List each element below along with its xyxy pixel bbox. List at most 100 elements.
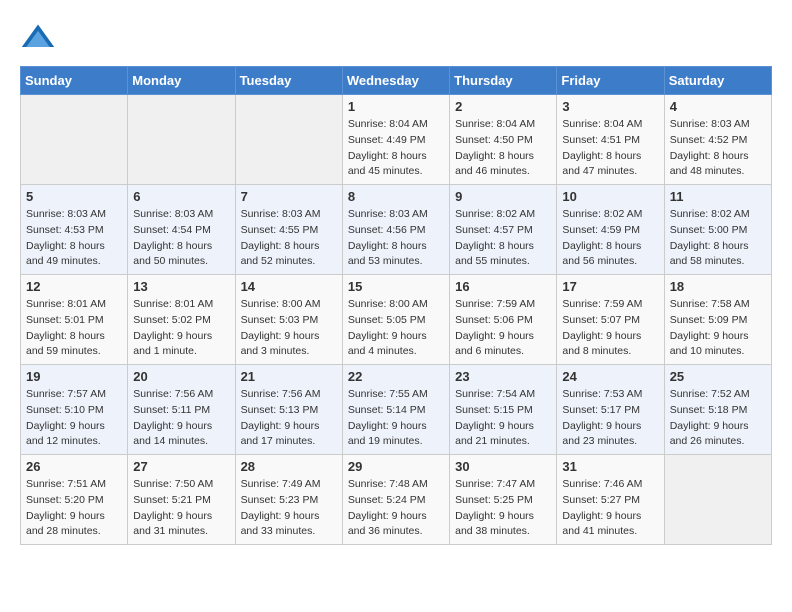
day-number: 8 xyxy=(348,189,444,204)
day-info: Sunrise: 7:59 AMSunset: 5:06 PMDaylight:… xyxy=(455,297,551,360)
day-number: 31 xyxy=(562,459,658,474)
day-number: 21 xyxy=(241,369,337,384)
day-info: Sunrise: 7:58 AMSunset: 5:09 PMDaylight:… xyxy=(670,297,766,360)
day-info: Sunrise: 8:01 AMSunset: 5:02 PMDaylight:… xyxy=(133,297,229,360)
day-number: 26 xyxy=(26,459,122,474)
day-info: Sunrise: 8:04 AMSunset: 4:51 PMDaylight:… xyxy=(562,117,658,180)
calendar-cell xyxy=(664,455,771,545)
weekday-header: Friday xyxy=(557,67,664,95)
weekday-row: SundayMondayTuesdayWednesdayThursdayFrid… xyxy=(21,67,772,95)
calendar-cell xyxy=(235,95,342,185)
calendar-cell: 27Sunrise: 7:50 AMSunset: 5:21 PMDayligh… xyxy=(128,455,235,545)
calendar-cell: 9 Sunrise: 8:02 AMSunset: 4:57 PMDaylight… xyxy=(450,185,557,275)
day-info: Sunrise: 7:57 AMSunset: 5:10 PMDaylight:… xyxy=(26,387,122,450)
day-info: Sunrise: 7:59 AMSunset: 5:07 PMDaylight:… xyxy=(562,297,658,360)
calendar-cell xyxy=(128,95,235,185)
day-number: 5 xyxy=(26,189,122,204)
day-number: 3 xyxy=(562,99,658,114)
day-info: Sunrise: 8:03 AMSunset: 4:56 PMDaylight:… xyxy=(348,207,444,270)
weekday-header: Thursday xyxy=(450,67,557,95)
calendar-week-row: 1 Sunrise: 8:04 AMSunset: 4:49 PMDaylight… xyxy=(21,95,772,185)
weekday-header: Tuesday xyxy=(235,67,342,95)
day-info: Sunrise: 7:56 AMSunset: 5:13 PMDaylight:… xyxy=(241,387,337,450)
day-number: 1 xyxy=(348,99,444,114)
calendar-cell xyxy=(21,95,128,185)
day-number: 16 xyxy=(455,279,551,294)
calendar-cell: 25 Sunrise: 7:52 AMSunset: 5:18 PMDayligh… xyxy=(664,365,771,455)
calendar-cell: 22 Sunrise: 7:55 AMSunset: 5:14 PMDayligh… xyxy=(342,365,449,455)
day-number: 22 xyxy=(348,369,444,384)
calendar-cell: 19 Sunrise: 7:57 AMSunset: 5:10 PMDayligh… xyxy=(21,365,128,455)
day-info: Sunrise: 8:01 AMSunset: 5:01 PMDaylight:… xyxy=(26,297,122,360)
day-info: Sunrise: 7:47 AMSunset: 5:25 PMDaylight:… xyxy=(455,477,551,540)
weekday-header: Monday xyxy=(128,67,235,95)
calendar-cell: 18Sunrise: 7:58 AMSunset: 5:09 PMDayligh… xyxy=(664,275,771,365)
day-info: Sunrise: 7:52 AMSunset: 5:18 PMDaylight:… xyxy=(670,387,766,450)
day-info: Sunrise: 8:04 AMSunset: 4:50 PMDaylight:… xyxy=(455,117,551,180)
calendar-cell: 1 Sunrise: 8:04 AMSunset: 4:49 PMDaylight… xyxy=(342,95,449,185)
day-info: Sunrise: 8:02 AMSunset: 5:00 PMDaylight:… xyxy=(670,207,766,270)
day-info: Sunrise: 8:00 AMSunset: 5:03 PMDaylight:… xyxy=(241,297,337,360)
calendar-week-row: 12 Sunrise: 8:01 AMSunset: 5:01 PMDayligh… xyxy=(21,275,772,365)
day-info: Sunrise: 8:04 AMSunset: 4:49 PMDaylight:… xyxy=(348,117,444,180)
day-number: 14 xyxy=(241,279,337,294)
day-info: Sunrise: 7:51 AMSunset: 5:20 PMDaylight:… xyxy=(26,477,122,540)
day-info: Sunrise: 7:48 AMSunset: 5:24 PMDaylight:… xyxy=(348,477,444,540)
day-info: Sunrise: 7:50 AMSunset: 5:21 PMDaylight:… xyxy=(133,477,229,540)
calendar-cell: 8 Sunrise: 8:03 AMSunset: 4:56 PMDaylight… xyxy=(342,185,449,275)
day-info: Sunrise: 7:53 AMSunset: 5:17 PMDaylight:… xyxy=(562,387,658,450)
day-number: 4 xyxy=(670,99,766,114)
day-info: Sunrise: 7:49 AMSunset: 5:23 PMDaylight:… xyxy=(241,477,337,540)
calendar-cell: 26 Sunrise: 7:51 AMSunset: 5:20 PMDayligh… xyxy=(21,455,128,545)
day-number: 11 xyxy=(670,189,766,204)
weekday-header: Saturday xyxy=(664,67,771,95)
calendar-cell: 16 Sunrise: 7:59 AMSunset: 5:06 PMDayligh… xyxy=(450,275,557,365)
day-number: 28 xyxy=(241,459,337,474)
calendar-cell: 29 Sunrise: 7:48 AMSunset: 5:24 PMDayligh… xyxy=(342,455,449,545)
day-info: Sunrise: 7:46 AMSunset: 5:27 PMDaylight:… xyxy=(562,477,658,540)
day-number: 6 xyxy=(133,189,229,204)
calendar-cell: 24 Sunrise: 7:53 AMSunset: 5:17 PMDayligh… xyxy=(557,365,664,455)
logo-icon xyxy=(20,20,56,56)
day-info: Sunrise: 8:03 AMSunset: 4:53 PMDaylight:… xyxy=(26,207,122,270)
day-number: 7 xyxy=(241,189,337,204)
weekday-header: Sunday xyxy=(21,67,128,95)
day-number: 9 xyxy=(455,189,551,204)
calendar-cell: 5 Sunrise: 8:03 AMSunset: 4:53 PMDaylight… xyxy=(21,185,128,275)
day-info: Sunrise: 8:03 AMSunset: 4:54 PMDaylight:… xyxy=(133,207,229,270)
day-number: 29 xyxy=(348,459,444,474)
calendar-cell: 31 Sunrise: 7:46 AMSunset: 5:27 PMDayligh… xyxy=(557,455,664,545)
calendar-cell: 30 Sunrise: 7:47 AMSunset: 5:25 PMDayligh… xyxy=(450,455,557,545)
calendar-cell: 6 Sunrise: 8:03 AMSunset: 4:54 PMDaylight… xyxy=(128,185,235,275)
calendar-header: SundayMondayTuesdayWednesdayThursdayFrid… xyxy=(21,67,772,95)
day-number: 12 xyxy=(26,279,122,294)
day-number: 20 xyxy=(133,369,229,384)
calendar-cell: 10Sunrise: 8:02 AMSunset: 4:59 PMDayligh… xyxy=(557,185,664,275)
calendar-week-row: 19 Sunrise: 7:57 AMSunset: 5:10 PMDayligh… xyxy=(21,365,772,455)
page-header xyxy=(20,20,772,56)
calendar-cell: 4 Sunrise: 8:03 AMSunset: 4:52 PMDaylight… xyxy=(664,95,771,185)
calendar-cell: 3 Sunrise: 8:04 AMSunset: 4:51 PMDaylight… xyxy=(557,95,664,185)
day-info: Sunrise: 7:55 AMSunset: 5:14 PMDaylight:… xyxy=(348,387,444,450)
calendar-body: 1 Sunrise: 8:04 AMSunset: 4:49 PMDaylight… xyxy=(21,95,772,545)
logo xyxy=(20,20,62,56)
day-number: 19 xyxy=(26,369,122,384)
calendar-cell: 17 Sunrise: 7:59 AMSunset: 5:07 PMDayligh… xyxy=(557,275,664,365)
calendar-cell: 21 Sunrise: 7:56 AMSunset: 5:13 PMDayligh… xyxy=(235,365,342,455)
day-number: 2 xyxy=(455,99,551,114)
day-number: 25 xyxy=(670,369,766,384)
calendar-cell: 7Sunrise: 8:03 AMSunset: 4:55 PMDaylight… xyxy=(235,185,342,275)
day-number: 13 xyxy=(133,279,229,294)
day-number: 24 xyxy=(562,369,658,384)
calendar-cell: 15Sunrise: 8:00 AMSunset: 5:05 PMDayligh… xyxy=(342,275,449,365)
day-number: 30 xyxy=(455,459,551,474)
calendar-cell: 12 Sunrise: 8:01 AMSunset: 5:01 PMDayligh… xyxy=(21,275,128,365)
calendar-cell: 2 Sunrise: 8:04 AMSunset: 4:50 PMDaylight… xyxy=(450,95,557,185)
day-number: 17 xyxy=(562,279,658,294)
calendar-week-row: 5 Sunrise: 8:03 AMSunset: 4:53 PMDaylight… xyxy=(21,185,772,275)
day-info: Sunrise: 8:02 AMSunset: 4:57 PMDaylight:… xyxy=(455,207,551,270)
day-info: Sunrise: 8:03 AMSunset: 4:52 PMDaylight:… xyxy=(670,117,766,180)
calendar-cell: 20 Sunrise: 7:56 AMSunset: 5:11 PMDayligh… xyxy=(128,365,235,455)
day-info: Sunrise: 7:56 AMSunset: 5:11 PMDaylight:… xyxy=(133,387,229,450)
day-info: Sunrise: 7:54 AMSunset: 5:15 PMDaylight:… xyxy=(455,387,551,450)
